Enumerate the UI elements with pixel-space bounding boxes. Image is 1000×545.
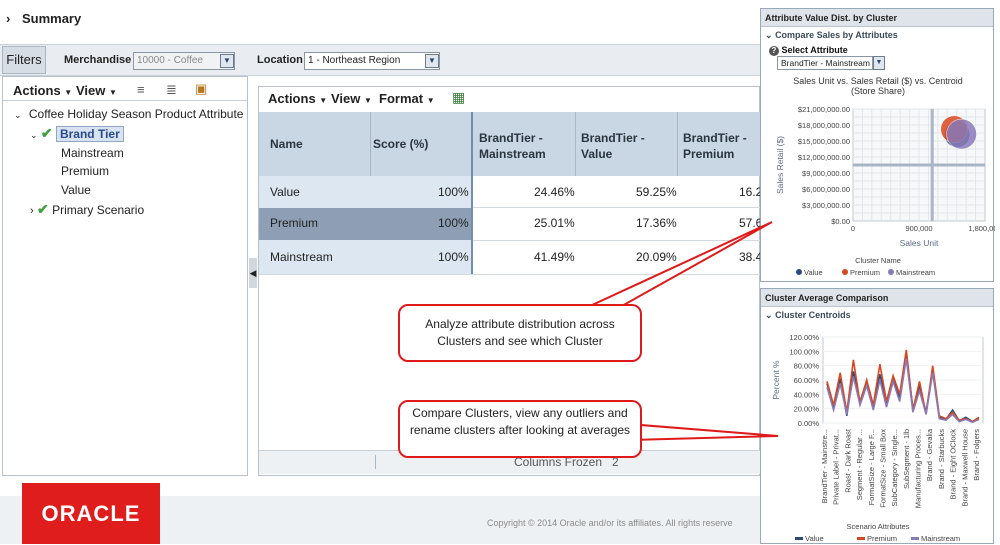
callout-pointer-bottom [627, 422, 779, 442]
callout-analyze: Analyze attribute distribution across Cl… [398, 304, 642, 362]
callout-pointers [588, 221, 779, 442]
callout-pointer-top [588, 221, 773, 318]
callout-compare: Compare Clusters, view any outliers and … [398, 400, 642, 458]
